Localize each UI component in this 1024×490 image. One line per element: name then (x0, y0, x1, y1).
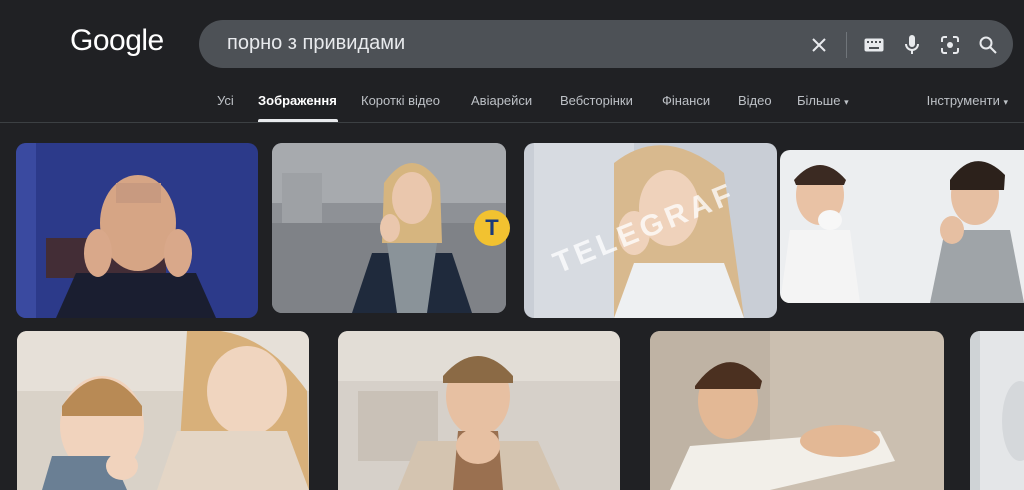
image-result[interactable] (16, 143, 258, 318)
tab-all[interactable]: Усі (217, 93, 234, 108)
image-result[interactable] (272, 143, 506, 313)
tab-flights[interactable]: Авіарейси (471, 93, 532, 108)
image-result[interactable] (970, 331, 1024, 490)
site-logo-icon: T (474, 210, 510, 246)
tab-short-videos[interactable]: Короткі відео (361, 93, 440, 108)
active-tab-indicator (258, 119, 338, 122)
keyboard-icon[interactable] (863, 34, 885, 56)
tab-images[interactable]: Зображення (258, 93, 337, 108)
chevron-down-icon: ▾ (1003, 97, 1008, 107)
tab-videos[interactable]: Відео (738, 93, 772, 108)
image-result[interactable] (780, 150, 1024, 303)
tools-button[interactable]: Інструменти ▾ (927, 93, 1008, 108)
search-icon[interactable] (977, 34, 999, 56)
search-input[interactable]: порно з привидами (227, 32, 405, 55)
mic-icon[interactable] (901, 34, 923, 56)
tab-finance[interactable]: Фінанси (662, 93, 710, 108)
google-logo[interactable]: Google (70, 24, 164, 58)
search-bar[interactable]: порно з привидами (199, 20, 1013, 68)
image-result[interactable] (338, 331, 620, 490)
tab-web[interactable]: Вебсторінки (560, 93, 633, 108)
clear-icon[interactable] (808, 34, 830, 56)
image-result[interactable] (650, 331, 944, 490)
tab-more[interactable]: Більше ▾ (797, 93, 849, 108)
lens-icon[interactable] (939, 34, 961, 56)
search-divider (846, 32, 847, 58)
search-tabs: Усі Зображення Короткі відео Авіарейси В… (0, 84, 1024, 123)
image-result[interactable] (17, 331, 309, 490)
chevron-down-icon: ▾ (844, 97, 849, 107)
